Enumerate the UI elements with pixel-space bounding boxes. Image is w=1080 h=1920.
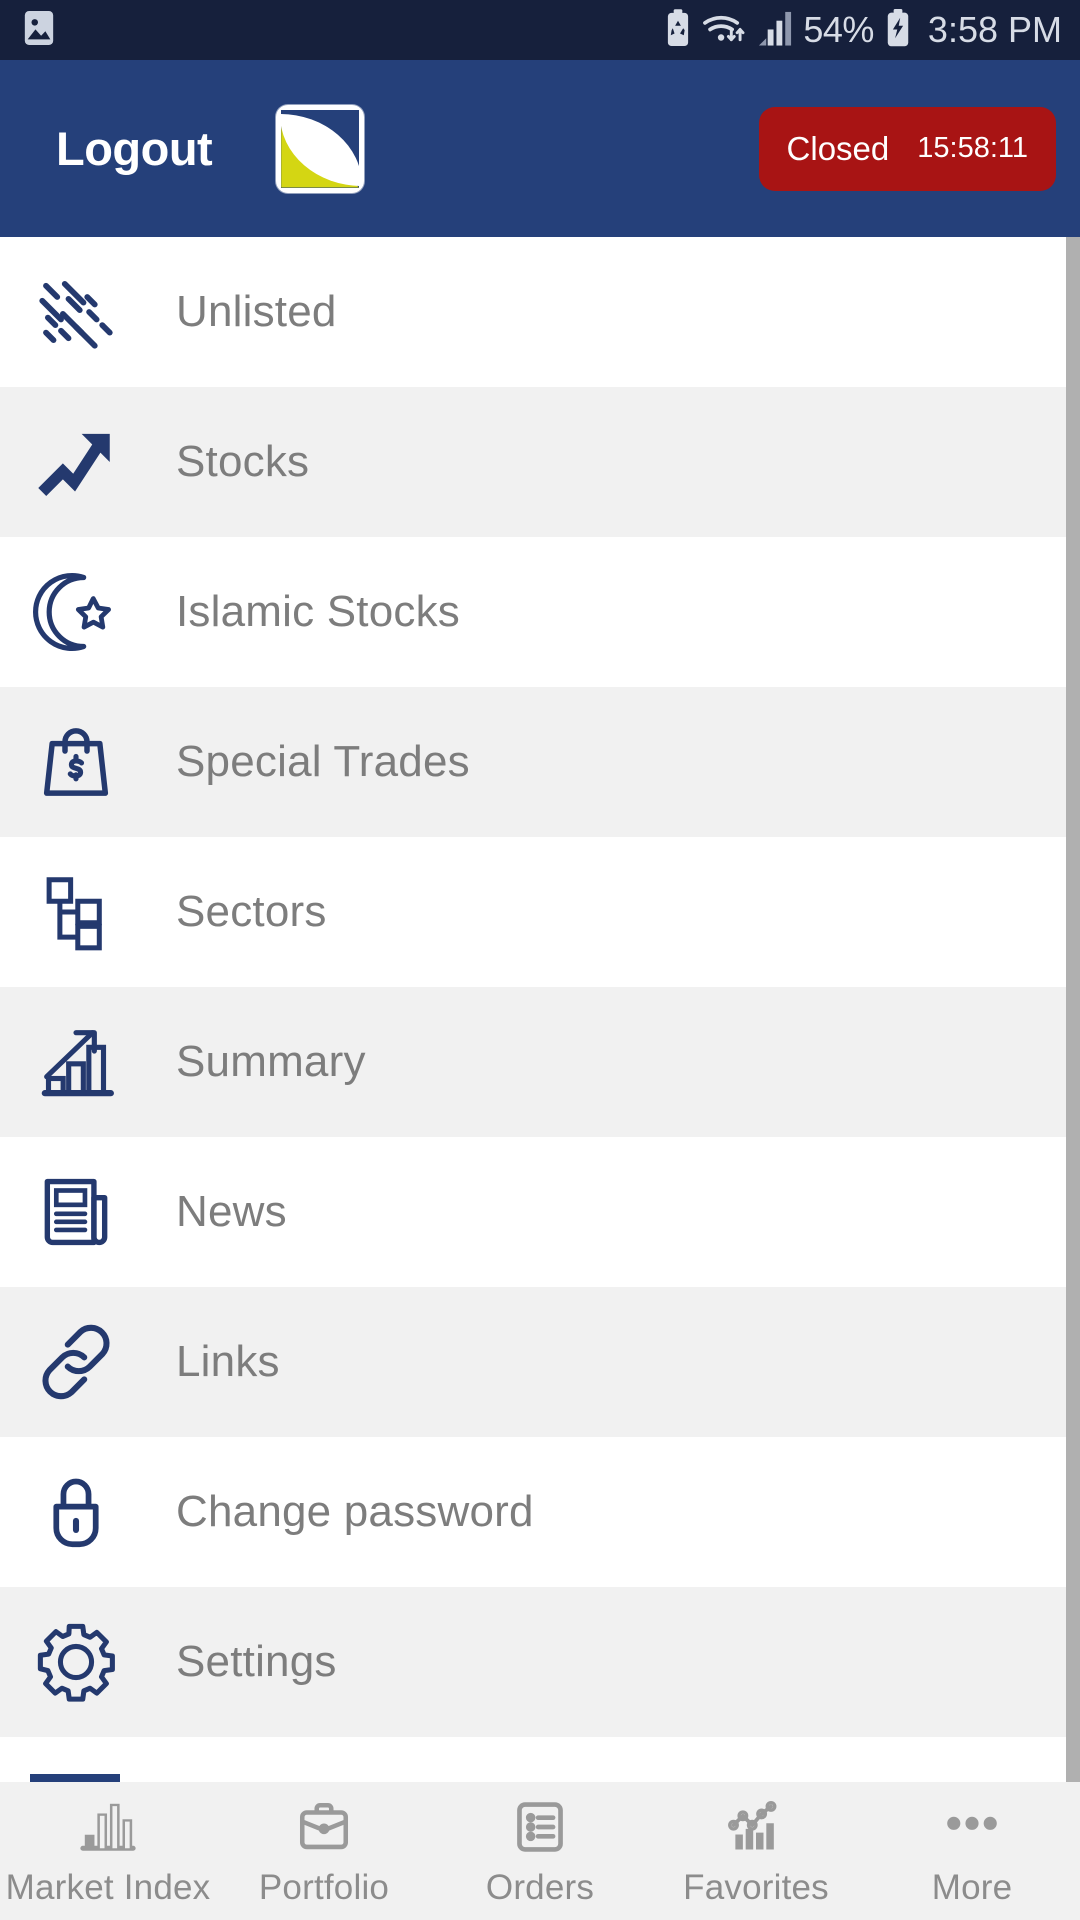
chain-link-icon	[28, 1314, 124, 1410]
menu-item-label: News	[176, 1187, 287, 1236]
menu-item-settings[interactable]: Settings	[0, 1587, 1080, 1737]
menu-item-label: Islamic Stocks	[176, 587, 460, 636]
nav-item-market-index[interactable]: Market Index	[0, 1796, 216, 1908]
nav-item-more[interactable]: More	[864, 1796, 1080, 1908]
wifi-icon	[701, 9, 747, 52]
market-status-label: Closed	[786, 129, 890, 167]
recycle-battery-icon	[665, 8, 691, 52]
menu-item-label: Settings	[176, 1637, 337, 1686]
app-brand-logo	[276, 104, 365, 193]
image-icon	[22, 9, 56, 52]
app-header: Logout Closed 15:58:11	[0, 60, 1080, 237]
newspaper-icon	[28, 1164, 124, 1260]
gear-icon	[28, 1614, 124, 1710]
padlock-icon	[28, 1464, 124, 1560]
hierarchy-tree-icon	[28, 864, 124, 960]
nav-item-portfolio[interactable]: Portfolio	[216, 1796, 432, 1908]
battery-percent-label: 54%	[803, 9, 874, 50]
three-dots-icon	[941, 1796, 1003, 1858]
menu-item-label: Change password	[176, 1487, 534, 1536]
status-bar: 54% 3:58 PM	[0, 0, 1080, 60]
nav-item-label: Portfolio	[258, 1868, 390, 1907]
nav-item-label: Favorites	[683, 1868, 829, 1907]
unlisted-dashes-icon	[28, 264, 124, 360]
line-bar-chart-icon	[726, 1796, 786, 1858]
menu-item-links[interactable]: Links	[0, 1287, 1080, 1437]
menu-item-change-password[interactable]: Change password	[0, 1437, 1080, 1587]
menu-item-label: Sectors	[176, 887, 327, 936]
active-tab-indicator	[30, 1774, 120, 1782]
brand-logo-inner	[281, 109, 360, 188]
menu-item-sectors[interactable]: Sectors	[0, 837, 1080, 987]
trending-up-arrow-icon	[28, 414, 124, 510]
menu-list-tail	[0, 1737, 1080, 1782]
cellular-signal-icon	[757, 9, 793, 52]
menu-item-news[interactable]: News	[0, 1137, 1080, 1287]
menu-item-stocks[interactable]: Stocks	[0, 387, 1080, 537]
menu-scrollbar-thumb[interactable]	[1066, 237, 1080, 1782]
nav-item-label: Orders	[485, 1868, 595, 1907]
menu-item-unlisted[interactable]: Unlisted	[0, 237, 1080, 387]
market-status-badge[interactable]: Closed 15:58:11	[758, 106, 1056, 191]
menu-item-label: Stocks	[176, 437, 310, 486]
battery-charging-icon	[884, 8, 912, 52]
shopping-bag-dollar-icon	[28, 714, 124, 810]
bottom-navigation-bar: Market Index Portfolio Orders Favorites …	[0, 1782, 1080, 1920]
menu-item-islamic-stocks[interactable]: Islamic Stocks	[0, 537, 1080, 687]
menu-item-label: Unlisted	[176, 287, 337, 336]
menu-list[interactable]: Unlisted Stocks Islamic Stocks Special T…	[0, 237, 1080, 1782]
bar-chart-icon	[77, 1796, 139, 1858]
market-status-time: 15:58:11	[917, 132, 1028, 164]
nav-item-orders[interactable]: Orders	[432, 1796, 648, 1908]
clock-label: 3:58 PM	[927, 9, 1062, 50]
briefcase-icon	[295, 1796, 353, 1858]
crescent-moon-star-icon	[28, 564, 124, 660]
nav-item-label: More	[931, 1868, 1013, 1907]
menu-scrollbar[interactable]	[1066, 237, 1080, 1782]
list-clipboard-icon	[512, 1796, 568, 1858]
nav-item-label: Market Index	[5, 1868, 211, 1907]
logout-button[interactable]: Logout	[56, 121, 213, 176]
app-root: 54% 3:58 PM Logout Closed 15:58:11 Unlis…	[0, 0, 1080, 1920]
status-bar-right-icons: 54% 3:58 PM	[665, 8, 1062, 52]
menu-item-summary[interactable]: Summary	[0, 987, 1080, 1137]
bar-chart-arrow-icon	[28, 1014, 124, 1110]
nav-item-favorites[interactable]: Favorites	[648, 1796, 864, 1908]
menu-item-label: Special Trades	[176, 737, 470, 786]
menu-item-label: Summary	[176, 1037, 366, 1086]
status-bar-left-icons	[22, 9, 56, 52]
menu-item-special-trades[interactable]: Special Trades	[0, 687, 1080, 837]
menu-item-label: Links	[176, 1337, 280, 1386]
